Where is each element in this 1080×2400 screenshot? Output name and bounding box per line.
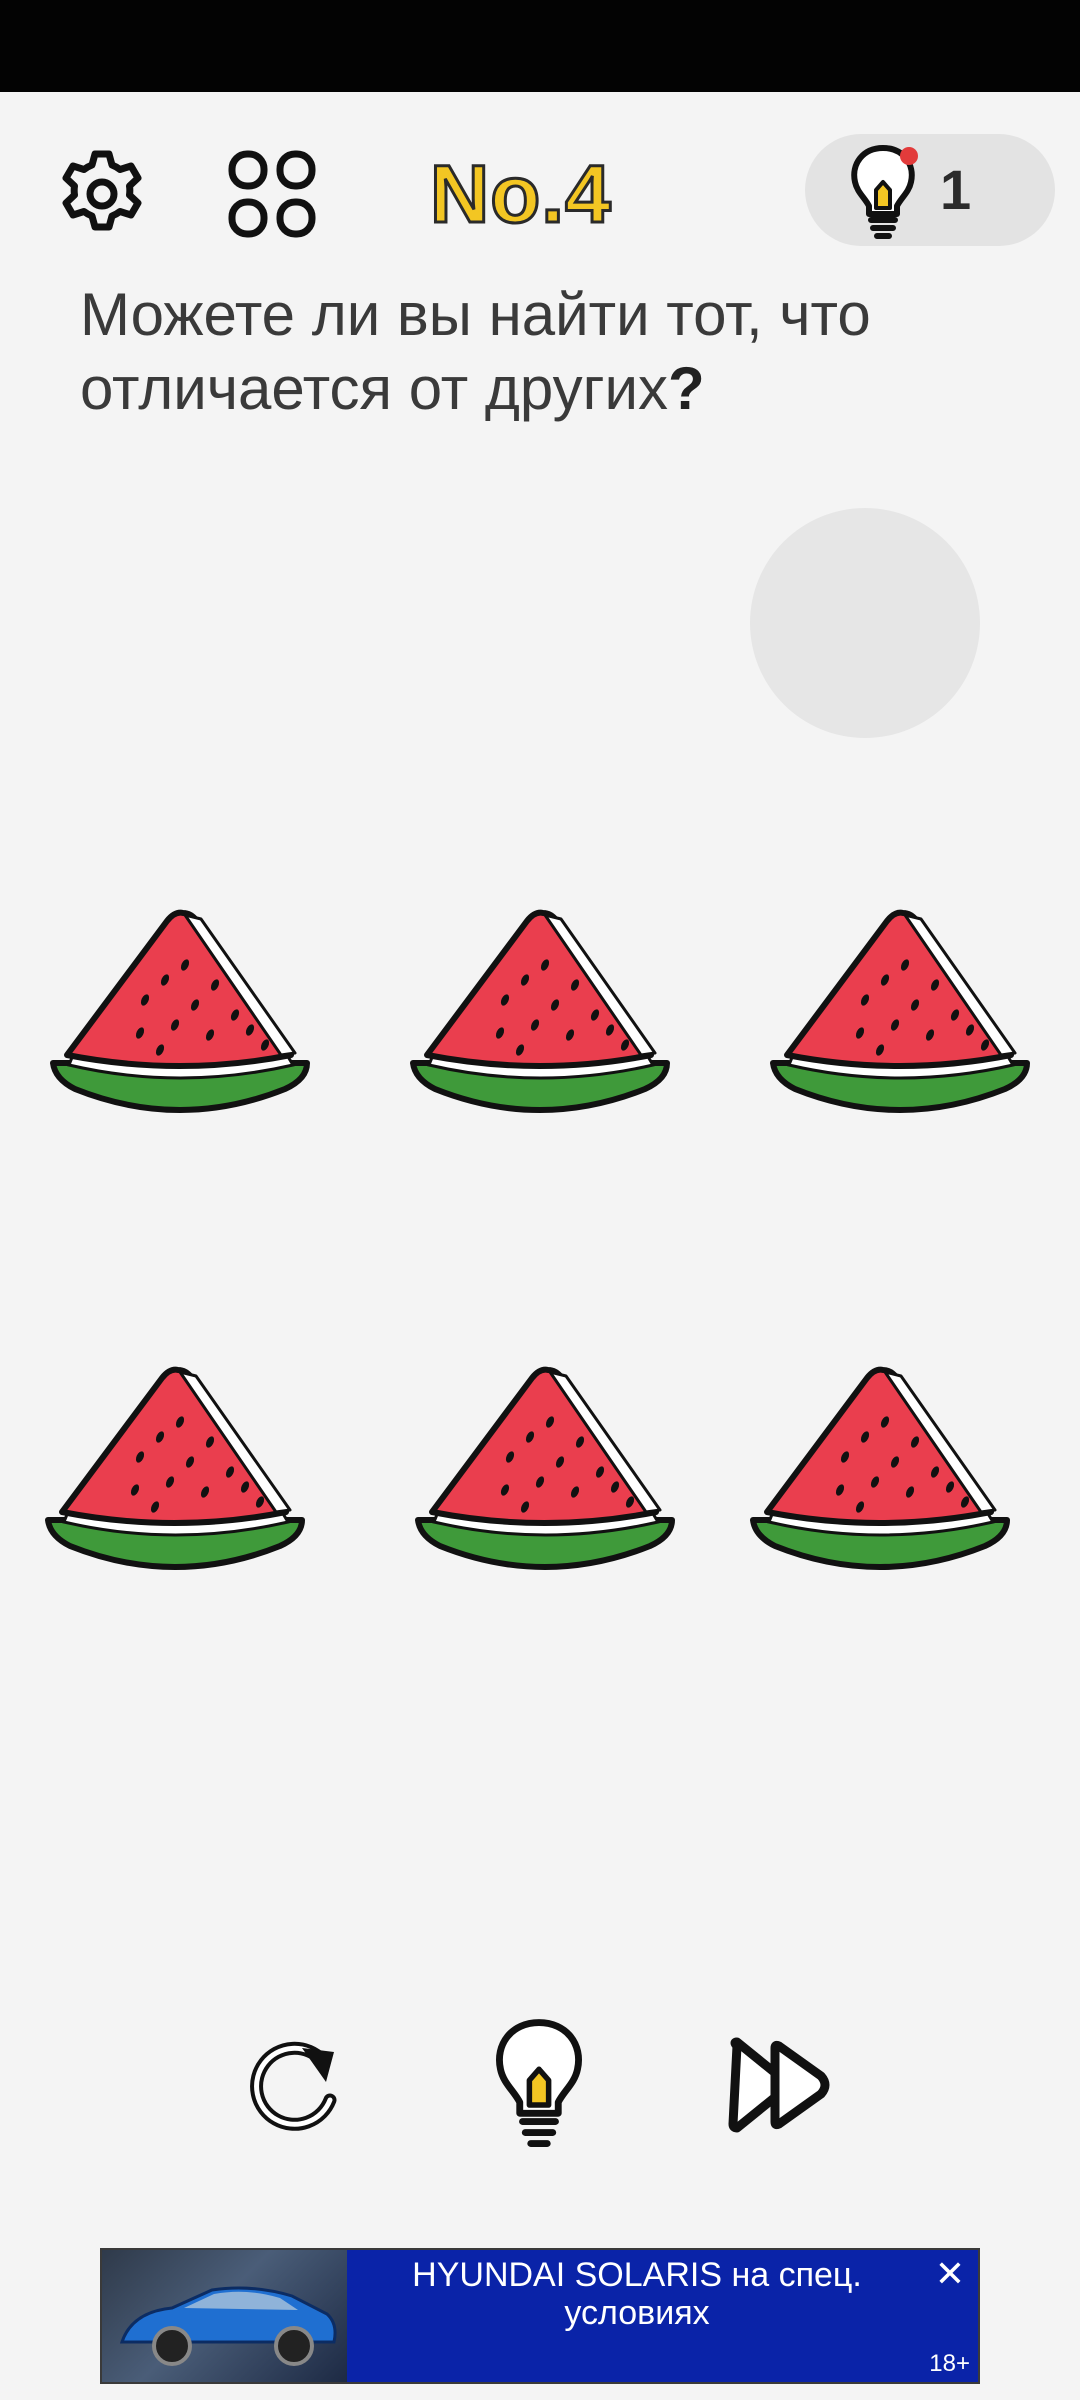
ad-age-rating: 18+ <box>929 2350 970 2377</box>
top-bar: No.4 1 <box>0 92 1080 292</box>
ad-text: HYUNDAI SOLARIS на спец. условиях <box>412 2256 862 2332</box>
question-mark: ? <box>668 355 705 422</box>
hidden-circle <box>750 508 980 738</box>
watermelon-slice-6[interactable] <box>745 1362 1015 1582</box>
watermelon-slice-3[interactable] <box>765 905 1035 1125</box>
watermelon-slice-2[interactable] <box>405 905 675 1125</box>
question-body: Можете ли вы найти тот, что отличается о… <box>80 281 871 422</box>
skip-icon <box>728 2037 830 2133</box>
grid-icon <box>228 150 316 238</box>
ad-banner[interactable]: HYUNDAI SOLARIS на спец. условиях ✕ 18+ <box>100 2248 980 2384</box>
watermelon-slice-4[interactable] <box>40 1362 310 1582</box>
settings-button[interactable] <box>50 142 154 246</box>
lightbulb-icon <box>851 145 918 239</box>
hint-button[interactable] <box>474 2008 604 2158</box>
skip-button[interactable] <box>718 2010 848 2160</box>
levels-button[interactable] <box>220 142 324 246</box>
ad-close-button[interactable]: ✕ <box>930 2254 970 2294</box>
puzzle-board <box>0 880 1080 1600</box>
hint-counter-button[interactable]: 1 <box>805 134 1055 246</box>
gear-icon <box>62 150 142 231</box>
lightbulb-icon <box>496 2019 582 2147</box>
ad-car-image <box>102 2250 347 2382</box>
status-bar <box>0 0 1080 92</box>
watermelon-slice-1[interactable] <box>45 905 315 1125</box>
bottom-controls <box>0 1990 1080 2180</box>
question-text: Можете ли вы найти тот, что отличается о… <box>80 278 1040 426</box>
watermelon-slice-5[interactable] <box>410 1362 680 1582</box>
hint-count: 1 <box>940 158 972 221</box>
level-number: No.4 <box>429 148 613 242</box>
restart-button[interactable] <box>230 2010 360 2160</box>
restart-icon <box>250 2041 337 2131</box>
